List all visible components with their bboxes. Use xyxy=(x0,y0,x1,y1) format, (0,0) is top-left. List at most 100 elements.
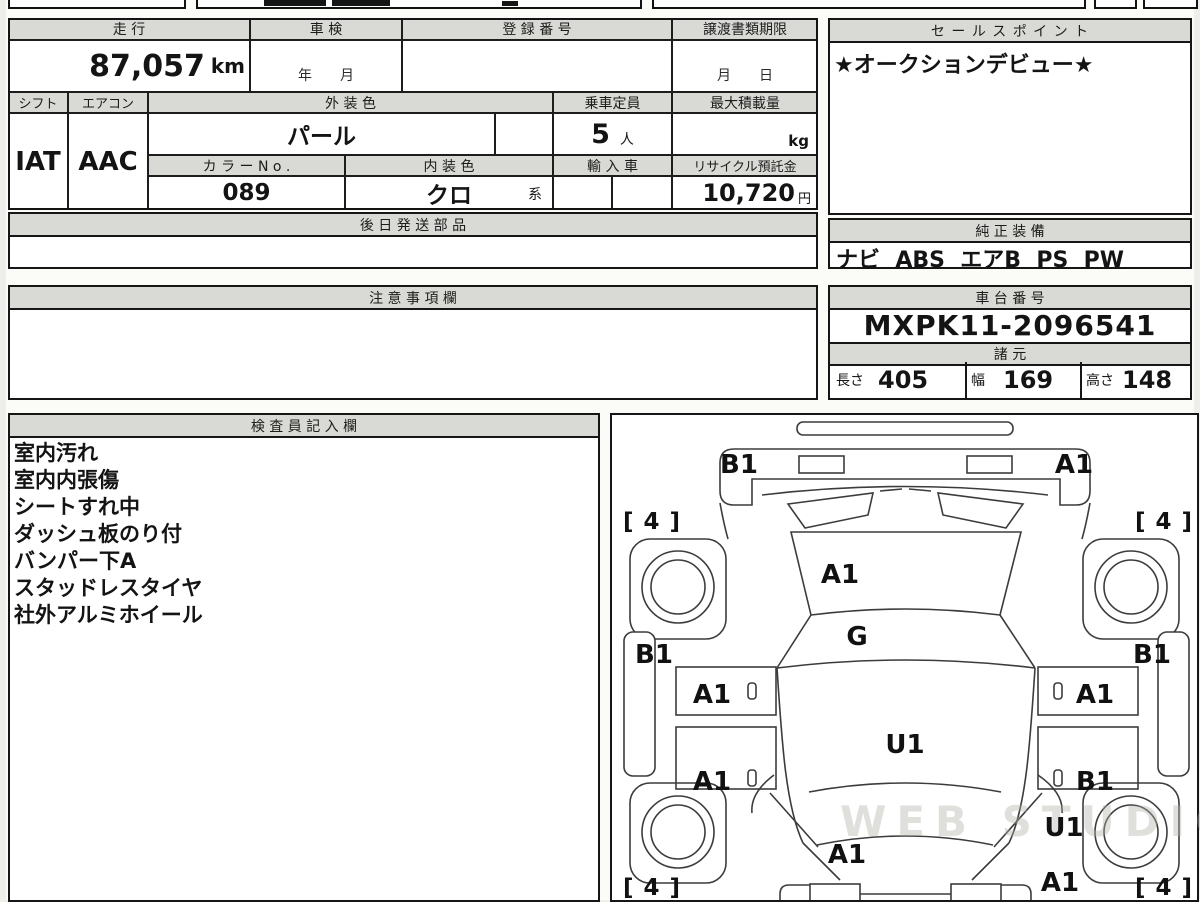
later-parts-box: 後 日 発 送 部 品 xyxy=(8,212,818,269)
recycle-cell: 10,720 円 xyxy=(672,176,818,210)
truncated-text-fragment xyxy=(502,1,518,6)
mileage-value: 87,057 xyxy=(89,48,205,84)
inspector-note-line: ダッシュ板のり付 xyxy=(14,522,182,546)
exterior-color-header: 外 装 色 xyxy=(148,92,553,113)
panel-grade-label: U1 xyxy=(1044,813,1084,843)
caution-value xyxy=(10,308,816,398)
color-no-value: 089 xyxy=(148,176,345,210)
import-cell-2 xyxy=(612,176,672,210)
spec-length-value: 405 xyxy=(878,366,929,394)
inspector-note-line: 室内内張傷 xyxy=(14,468,119,492)
panel-grade-label: [ 4 ] xyxy=(1134,875,1194,901)
panel-grade-label: B1 xyxy=(720,450,758,480)
panel-grade-label: U1 xyxy=(885,730,925,760)
inspector-note-line: 社外アルミホイール xyxy=(14,603,203,627)
panel-grade-label: A1 xyxy=(1075,680,1115,710)
import-header: 輸 入 車 xyxy=(553,155,672,176)
panel-grade-label: A1 xyxy=(692,767,732,797)
truncated-text-fragment xyxy=(264,0,326,6)
panel-grade-label: A1 xyxy=(1040,868,1080,898)
spec-width-cell: 幅 169 xyxy=(965,362,1082,398)
diagram-labels: B1 A1 [ 4 ] [ 4 ] A1 G B1 B1 A1 A1 U1 A1 B1 U1 A1 A1 [ 4… xyxy=(612,415,1197,901)
inspector-note-line: シートすれ中 xyxy=(14,495,140,519)
maxload-unit: kg xyxy=(788,132,809,150)
mileage-cell: 87,057 km xyxy=(8,40,250,92)
registration-cell xyxy=(402,40,672,92)
truncated-cell xyxy=(652,0,1086,9)
inspector-box: 検 査 員 記 入 欄 室内汚れ室内内張傷シートすれ中ダッシュ板のり付 バンパー下… xyxy=(8,413,600,902)
truncated-cell xyxy=(196,0,642,9)
registration-header: 登 録 番 号 xyxy=(402,18,672,40)
inspector-note-line: スタッドレスタイヤ xyxy=(14,576,203,600)
panel-grade-label: G xyxy=(846,622,868,652)
vehicle-info-table: 走 行 車 検 登 録 番 号 譲渡書類期限 87,057 km 年 月 月 日… xyxy=(8,18,818,210)
spec-width-label: 幅 xyxy=(971,373,985,389)
interior-color-cell: クロ 系 xyxy=(345,176,553,210)
chassis-value: MXPK11-2096541 xyxy=(863,308,1157,342)
inspector-note-line: 室内汚れ xyxy=(14,441,98,465)
inspection-cell: 年 月 xyxy=(250,40,402,92)
capacity-value: 5 xyxy=(591,118,610,150)
recycle-header: リサイクル預託金 xyxy=(672,155,818,176)
aircon-value: AAC xyxy=(68,113,148,210)
import-cell-1 xyxy=(553,176,612,210)
later-parts-header: 後 日 発 送 部 品 xyxy=(10,214,816,237)
truncated-cell xyxy=(1143,0,1198,9)
capacity-header: 乗車定員 xyxy=(553,92,672,113)
shift-value: IAT xyxy=(8,113,68,210)
chassis-header: 車 台 番 号 xyxy=(830,287,1190,310)
interior-color-value: クロ xyxy=(426,183,472,209)
panel-grade-label: A1 xyxy=(820,560,860,590)
recycle-unit: 円 xyxy=(797,191,811,207)
panel-grade-label: A1 xyxy=(692,680,732,710)
panel-grade-label: [ 4 ] xyxy=(622,509,682,535)
inspector-note-line: バンパー下А xyxy=(14,549,137,573)
panel-grade-label: A1 xyxy=(827,840,867,870)
inspector-header: 検 査 員 記 入 欄 xyxy=(10,415,598,438)
panel-grade-label: B1 xyxy=(635,640,673,670)
capacity-cell: 5 人 xyxy=(553,113,672,155)
truncated-cell xyxy=(8,0,186,9)
truncated-cell xyxy=(1094,0,1137,9)
panel-grade-label: [ 4 ] xyxy=(1134,509,1194,535)
panel-grade-label: B1 xyxy=(1076,767,1114,797)
spec-height-label: 高さ xyxy=(1086,373,1114,389)
later-parts-value xyxy=(10,235,816,267)
spec-width-value: 169 xyxy=(1003,366,1054,394)
spec-length-label: 長さ xyxy=(836,373,864,389)
interior-color-suffix: 系 xyxy=(528,187,542,203)
inspection-header: 車 検 xyxy=(250,18,402,40)
maxload-header: 最大積載量 xyxy=(672,92,818,113)
transfer-placeholder: 月 日 xyxy=(717,68,773,84)
sales-point-value: ★オークションデビュー★ xyxy=(834,53,1094,78)
color-no-header: カ ラ ー N o . xyxy=(148,155,345,176)
caution-box: 注 意 事 項 欄 xyxy=(8,285,818,400)
exterior-color-value: パール xyxy=(148,113,495,155)
transfer-deadline-header: 譲渡書類期限 xyxy=(672,18,818,40)
chassis-box: 車 台 番 号 MXPK11-2096541 諸 元 長さ 405 幅 169 … xyxy=(828,285,1192,400)
transfer-deadline-cell: 月 日 xyxy=(672,40,818,92)
inspection-placeholder: 年 月 xyxy=(298,68,354,84)
shift-header: シフト xyxy=(8,92,68,113)
panel-grade-label: B1 xyxy=(1133,640,1171,670)
mileage-header: 走 行 xyxy=(8,18,250,40)
caution-header: 注 意 事 項 欄 xyxy=(10,287,816,310)
spec-length-cell: 長さ 405 xyxy=(830,362,967,398)
capacity-unit: 人 xyxy=(619,132,634,148)
equipment-header: 純 正 装 備 xyxy=(830,220,1190,243)
equipment-value: ナビ ABS エアB PS PW xyxy=(836,248,1125,273)
panel-grade-label: [ 4 ] xyxy=(622,875,682,901)
interior-color-header: 内 装 色 xyxy=(345,155,553,176)
aircon-header: エアコン xyxy=(68,92,148,113)
exterior-color-extra-cell xyxy=(495,113,553,155)
truncated-text-fragment xyxy=(332,0,390,6)
sales-point-box: セ ー ル ス ポ イ ン ト ★オークションデビュー★ xyxy=(828,18,1192,215)
inspector-notes-list: 室内汚れ室内内張傷シートすれ中ダッシュ板のり付 バンパー下А スタッドレスタイヤ 社外… xyxy=(14,440,594,629)
recycle-value: 10,720 xyxy=(702,179,795,207)
spec-height-value: 148 xyxy=(1122,366,1173,394)
sales-point-header: セ ー ル ス ポ イ ン ト xyxy=(830,20,1190,43)
diagram-box: WEB STUDIO B1A1[ 4 ][ 4 ]A1GB1B1A1A1U1A1… xyxy=(610,413,1200,902)
mileage-unit: km xyxy=(210,54,245,78)
spec-height-cell: 高さ 148 xyxy=(1080,362,1190,398)
equipment-box: 純 正 装 備 ナビ ABS エアB PS PW xyxy=(828,218,1192,273)
